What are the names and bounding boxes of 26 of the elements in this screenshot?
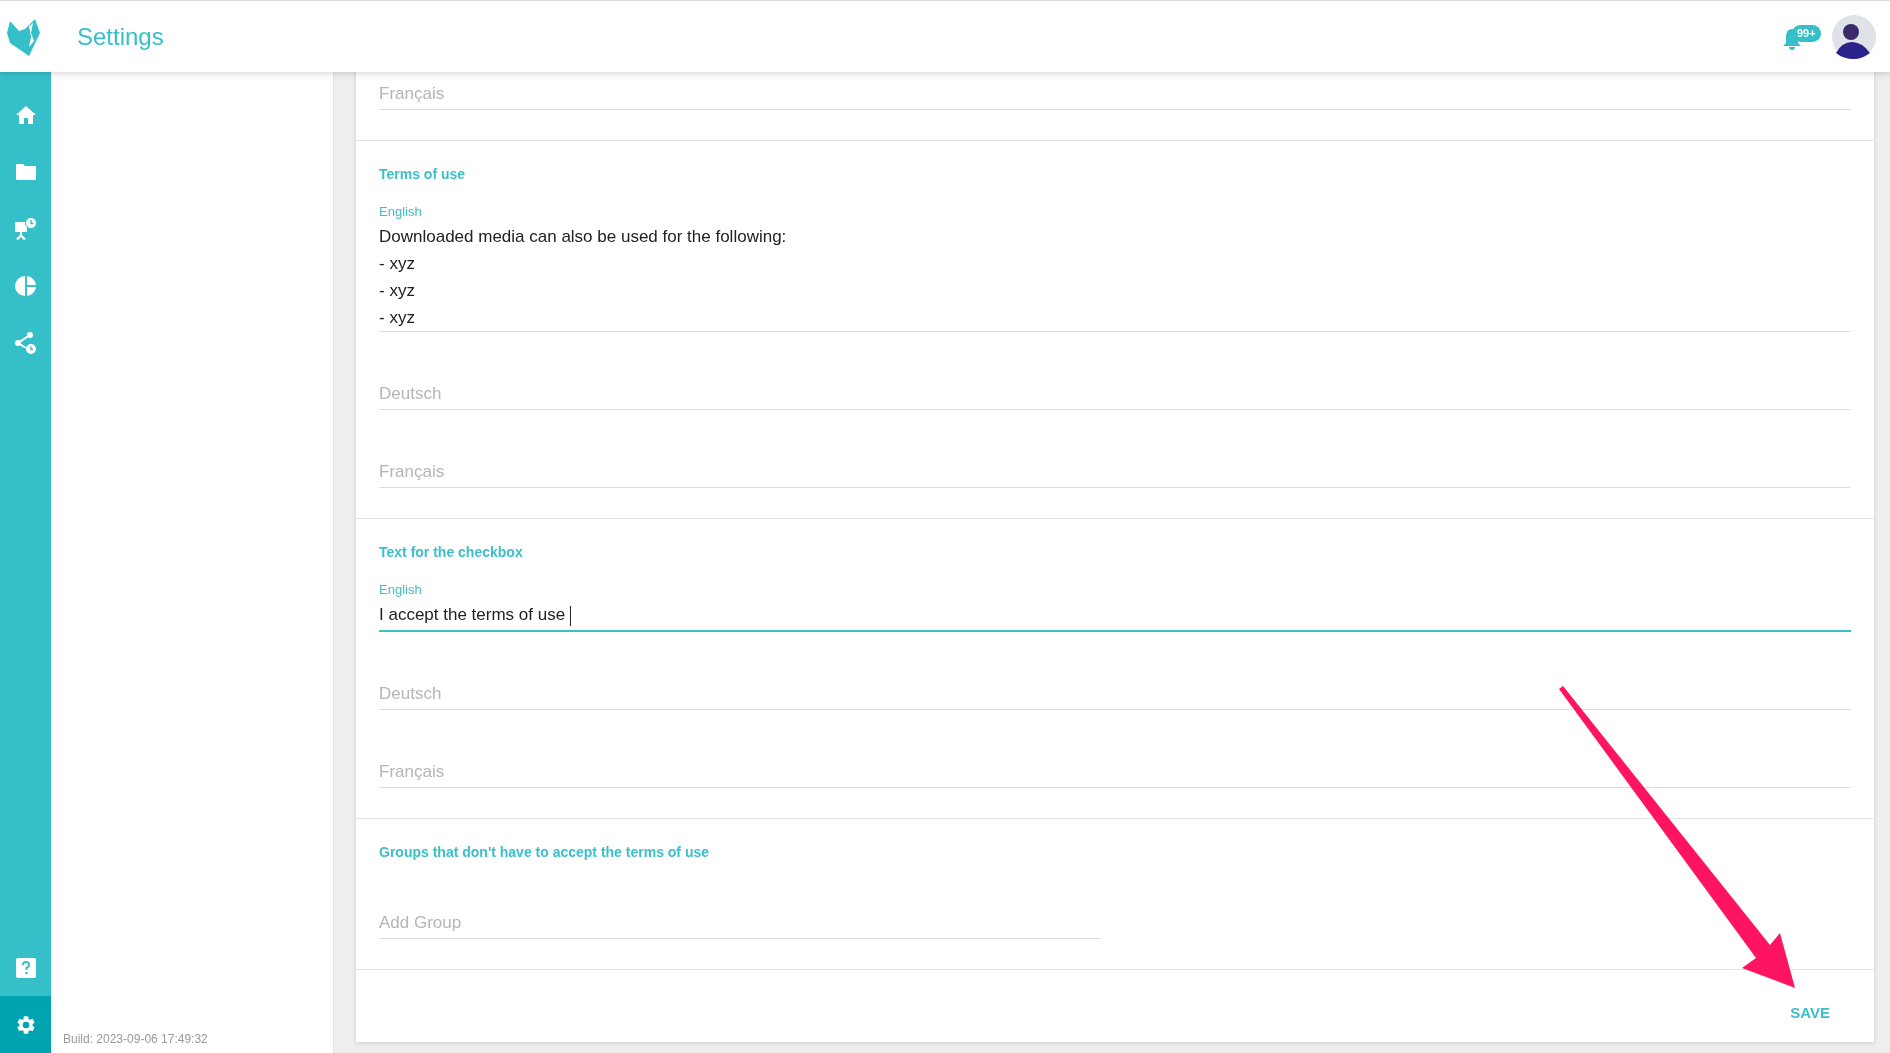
presentation-clock-icon [13, 216, 38, 241]
field-label: English [379, 581, 423, 599]
pie-chart-icon [14, 274, 37, 297]
text-field[interactable]: Deutsch [379, 378, 1851, 410]
field-label: English [379, 203, 423, 221]
section-title: Groups that don't have to accept the terms of use [379, 843, 711, 861]
text-field[interactable]: Deutsch [379, 678, 1851, 710]
notification-badge: 99+ [1792, 24, 1821, 42]
share-clock-icon [13, 330, 38, 355]
folder-icon [14, 162, 37, 181]
page-title: Settings [77, 21, 164, 52]
avatar[interactable] [1832, 14, 1876, 59]
text-field[interactable]: Français [379, 78, 1851, 110]
text-field[interactable]: Add Group [379, 907, 1101, 939]
sidebar-item[interactable] [0, 996, 51, 1053]
fox-logo [7, 17, 40, 56]
section-title: Text for the checkbox [379, 543, 524, 561]
section-title: Terms of use [379, 165, 467, 183]
build-info: Build: 2023-09-06 17:49:32 [63, 1031, 209, 1048]
help-icon [15, 957, 36, 978]
text-cursor [569, 605, 571, 626]
text-field[interactable]: Français [379, 456, 1851, 488]
text-field[interactable]: Downloaded media can also be used for the following: - xyz - xyz - xyz [379, 221, 1851, 332]
settings-icon [14, 1013, 37, 1036]
home-icon [14, 104, 37, 125]
text-field[interactable]: I accept the terms of use [379, 599, 1851, 632]
